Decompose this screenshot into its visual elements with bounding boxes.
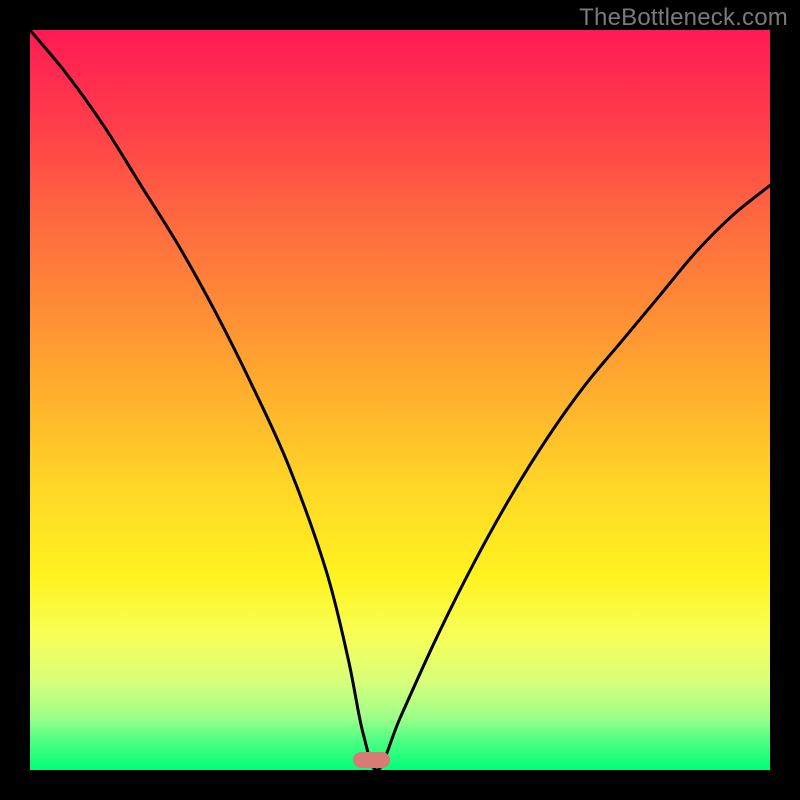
optimum-marker	[353, 752, 390, 768]
plot-area	[30, 30, 770, 770]
watermark-text: TheBottleneck.com	[579, 4, 788, 32]
chart-frame: TheBottleneck.com	[0, 0, 800, 800]
bottleneck-curve	[30, 30, 770, 770]
